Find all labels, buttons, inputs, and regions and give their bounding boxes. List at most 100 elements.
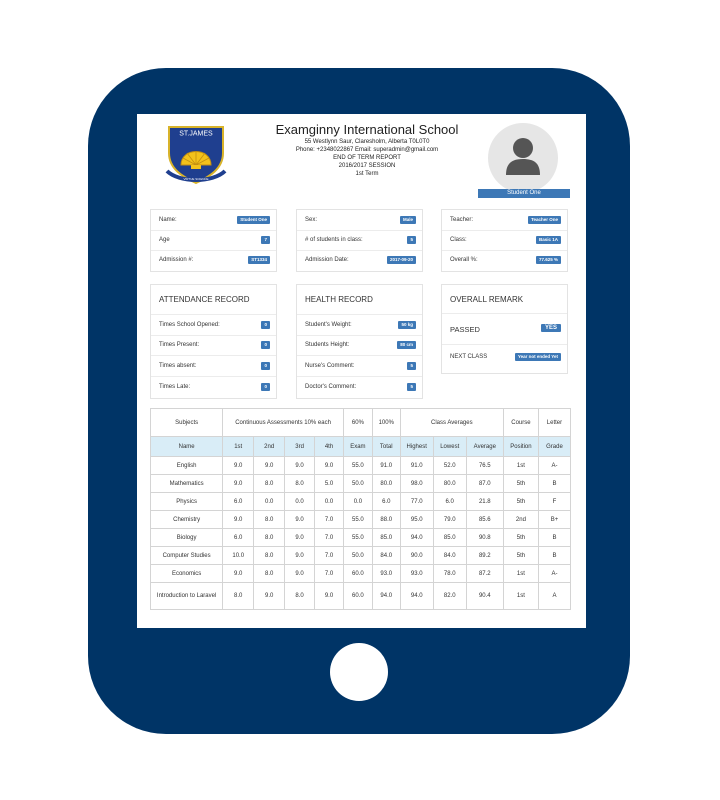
score-cell: A xyxy=(537,582,572,610)
score-cell: 0.0 xyxy=(284,492,316,511)
student-name-bar: Student One xyxy=(478,189,570,198)
score-cell: 1st xyxy=(502,582,539,610)
grades-table: Subjects Continuous Assessments 10% each… xyxy=(149,408,572,610)
score-cell: 9.0 xyxy=(284,510,316,529)
score-cell: B xyxy=(537,546,572,565)
score-cell: 5th xyxy=(502,474,539,493)
health-row: Doctor's Comment: 5 xyxy=(297,377,422,397)
logo-motto: VIRTUE SCIENCE xyxy=(183,177,208,181)
subheader-cell: 3rd xyxy=(284,436,316,457)
report-term: 1st Term xyxy=(355,171,379,177)
subject-name-cell: Biology xyxy=(149,528,224,547)
score-cell: A- xyxy=(537,564,572,583)
score-cell: 55.0 xyxy=(342,456,373,475)
score-cell: 88.0 xyxy=(371,510,401,529)
subheader-cell: Highest xyxy=(399,436,434,457)
table-row: English 9.0 9.0 9.0 9.0 55.0 91.0 91.0 52.0 76.5 1… xyxy=(149,456,572,475)
score-cell: 80.0 xyxy=(432,474,467,493)
remark-title: OVERALL REMARK xyxy=(450,295,524,304)
info-row: Teacher: Teacher One xyxy=(442,210,567,231)
school-logo-icon: ST.JAMES VIRTUE SCIENCE xyxy=(165,126,227,185)
score-cell: 9.0 xyxy=(314,456,344,475)
score-cell: 9.0 xyxy=(284,546,316,565)
score-cell: 7.0 xyxy=(314,564,344,583)
info-row: Admission Date: 2017-09-20 xyxy=(297,250,422,270)
info-row: Class: Basic 1A xyxy=(442,230,567,251)
score-cell: 7.0 xyxy=(314,528,344,547)
score-cell: 60.0 xyxy=(342,564,373,583)
subject-name-cell: Computer Studies xyxy=(149,546,224,565)
table-row: Physics 6.0 0.0 0.0 0.0 0.0 6.0 77.0 6.0 21.8 5th F xyxy=(149,492,572,511)
table-header-row: Subjects Continuous Assessments 10% each… xyxy=(149,408,572,437)
score-cell: 90.8 xyxy=(465,528,504,547)
score-cell: 5th xyxy=(502,546,539,565)
score-cell: 95.0 xyxy=(399,510,434,529)
score-cell: 9.0 xyxy=(253,456,286,475)
student-info-box: Name: Student One Age 7 Admission #: ST1334 xyxy=(150,209,277,272)
table-row: Computer Studies 10.0 8.0 9.0 7.0 50.0 84.0 90.… xyxy=(149,546,572,565)
score-cell: 90.4 xyxy=(465,582,504,610)
home-button[interactable] xyxy=(330,643,388,701)
score-cell: F xyxy=(537,492,572,511)
header-class-averages: Class Averages xyxy=(399,408,504,437)
report-card-screen: ST.JAMES VIRTUE SCIENCE Examginny Intern… xyxy=(137,114,586,628)
subheader-cell: Lowest xyxy=(432,436,467,457)
remark-box: OVERALL REMARK PASSED YES NEXT CLASS Yea… xyxy=(441,284,568,374)
info-row: Name: Student One xyxy=(151,210,276,231)
score-cell: 50.0 xyxy=(342,546,373,565)
header-continuous-assessments: Continuous Assessments 10% each xyxy=(222,408,344,437)
score-cell: 9.0 xyxy=(222,456,255,475)
subheader-cell: Grade xyxy=(537,436,572,457)
score-cell: 91.0 xyxy=(399,456,434,475)
score-cell: 5th xyxy=(502,492,539,511)
header-subjects: Subjects xyxy=(149,408,224,437)
score-cell: 8.0 xyxy=(253,564,286,583)
header-course: Course xyxy=(502,408,539,437)
report-session: 2016/2017 SESSION xyxy=(338,163,396,169)
score-cell: 8.0 xyxy=(284,582,316,610)
score-cell: 10.0 xyxy=(222,546,255,565)
score-cell: 55.0 xyxy=(342,510,373,529)
score-cell: 50.0 xyxy=(342,474,373,493)
score-cell: 6.0 xyxy=(432,492,467,511)
score-cell: 8.0 xyxy=(253,546,286,565)
subheader-cell: 1st xyxy=(222,436,255,457)
score-cell: 6.0 xyxy=(222,528,255,547)
score-cell: 80.0 xyxy=(371,474,401,493)
health-row: Nurse's Comment: 5 xyxy=(297,356,422,377)
score-cell: 94.0 xyxy=(399,528,434,547)
attendance-row: Times School Opened: 0 xyxy=(151,314,276,336)
table-row: Economics 9.0 8.0 9.0 7.0 60.0 93.0 93.0 78.0 87.… xyxy=(149,564,572,583)
score-cell: 9.0 xyxy=(222,564,255,583)
health-box: HEALTH RECORD Student's Weight: 50 kg Stu… xyxy=(296,284,423,399)
subject-name-cell: English xyxy=(149,456,224,475)
score-cell: 84.0 xyxy=(432,546,467,565)
passed-row: PASSED YES xyxy=(442,313,567,345)
score-cell: 21.8 xyxy=(465,492,504,511)
subject-name-cell: Chemistry xyxy=(149,510,224,529)
subheader-cell: Average xyxy=(465,436,504,457)
score-cell: 9.0 xyxy=(284,456,316,475)
score-cell: 6.0 xyxy=(371,492,401,511)
score-cell: 87.0 xyxy=(465,474,504,493)
table-row: Biology 6.0 8.0 9.0 7.0 55.0 85.0 94.0 85.0 90.8 5… xyxy=(149,528,572,547)
student-avatar xyxy=(488,123,558,193)
header-letter: Letter xyxy=(537,408,572,437)
attendance-row: Times Late: 0 xyxy=(151,377,276,397)
subheader-cell: 4th xyxy=(314,436,344,457)
score-cell: 1st xyxy=(502,564,539,583)
info-row: # of students in class: 5 xyxy=(297,230,422,251)
next-class-row: NEXT CLASS Year not ended Yet xyxy=(442,344,567,372)
score-cell: 8.0 xyxy=(222,582,255,610)
score-cell: 7.0 xyxy=(314,510,344,529)
score-cell: 76.5 xyxy=(465,456,504,475)
score-cell: 9.0 xyxy=(253,582,286,610)
score-cell: 8.0 xyxy=(253,528,286,547)
subheader-cell: Exam xyxy=(342,436,373,457)
subject-name-cell: Mathematics xyxy=(149,474,224,493)
score-cell: 85.0 xyxy=(371,528,401,547)
table-row: Chemistry 9.0 8.0 9.0 7.0 55.0 88.0 95.0 79.0 85.… xyxy=(149,510,572,529)
score-cell: 9.0 xyxy=(284,564,316,583)
attendance-title: ATTENDANCE RECORD xyxy=(159,295,250,304)
info-row: Overall %: 77.625 % xyxy=(442,250,567,270)
